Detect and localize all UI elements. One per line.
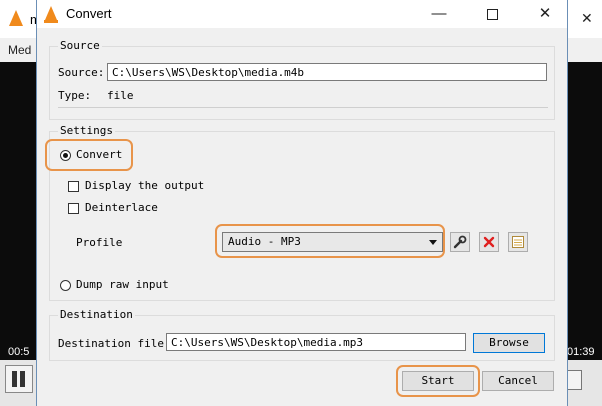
- display-output-checkbox[interactable]: [68, 181, 79, 192]
- dump-raw-label[interactable]: Dump raw input: [76, 278, 169, 291]
- pause-icon-bar: [12, 371, 17, 387]
- dialog-titlebar: Convert — ✕: [37, 0, 567, 28]
- background-menubar-right: [568, 38, 602, 62]
- type-value: file: [107, 89, 134, 102]
- close-button[interactable]: ✕: [533, 4, 557, 24]
- dialog-title: Convert: [66, 6, 112, 21]
- elapsed-time: 00:5: [8, 346, 30, 358]
- vlc-cone-icon: [44, 6, 58, 23]
- browse-button[interactable]: Browse: [473, 333, 545, 353]
- total-time: 01:39: [567, 346, 595, 358]
- convert-label[interactable]: Convert: [76, 148, 122, 161]
- start-button[interactable]: Start: [402, 371, 474, 391]
- delete-profile-button[interactable]: [479, 232, 499, 252]
- background-close-icon[interactable]: ✕: [581, 10, 593, 27]
- deinterlace-checkbox[interactable]: [68, 203, 79, 214]
- fullscreen-icon[interactable]: [566, 370, 582, 390]
- destination-file-input[interactable]: C:\Users\WS\Desktop\media.mp3: [166, 333, 466, 351]
- source-separator: [58, 107, 548, 108]
- profile-select[interactable]: Audio - MP3: [222, 232, 443, 252]
- source-input[interactable]: C:\Users\WS\Desktop\media.m4b: [107, 63, 547, 81]
- type-label: Type:: [58, 89, 92, 102]
- convert-dialog: Convert — ✕ Source Source: C:\Users\WS\D…: [36, 0, 568, 406]
- convert-radio[interactable]: [60, 150, 71, 161]
- source-label: Source:: [58, 66, 105, 79]
- pause-button[interactable]: [5, 365, 33, 393]
- chevron-down-icon: [429, 240, 437, 245]
- deinterlace-label[interactable]: Deinterlace: [85, 201, 158, 214]
- cancel-button[interactable]: Cancel: [482, 371, 554, 391]
- wrench-icon: [453, 235, 467, 249]
- dump-raw-radio[interactable]: [60, 280, 71, 291]
- new-profile-icon: [512, 236, 524, 248]
- source-legend: Source: [58, 39, 102, 52]
- minimize-button[interactable]: —: [427, 4, 451, 24]
- maximize-button[interactable]: [480, 4, 504, 24]
- edit-profile-button[interactable]: [450, 232, 470, 252]
- pause-icon-bar: [20, 371, 25, 387]
- maximize-icon: [486, 9, 498, 20]
- profile-select-value: Audio - MP3: [228, 235, 301, 248]
- settings-group: Settings Convert Display the output Dein…: [49, 124, 555, 301]
- display-output-label[interactable]: Display the output: [85, 179, 204, 192]
- settings-legend: Settings: [58, 124, 115, 137]
- destination-file-label: Destination file:: [58, 337, 171, 350]
- vlc-cone-icon: [9, 10, 23, 26]
- new-profile-button[interactable]: [508, 232, 528, 252]
- profile-label: Profile: [76, 236, 123, 249]
- destination-group: Destination Destination file: C:\Users\W…: [49, 308, 555, 361]
- source-group: Source Source: C:\Users\WS\Desktop\media…: [49, 39, 555, 120]
- destination-legend: Destination: [58, 308, 135, 321]
- background-menu-media[interactable]: Med: [8, 43, 31, 57]
- delete-icon: [483, 236, 495, 248]
